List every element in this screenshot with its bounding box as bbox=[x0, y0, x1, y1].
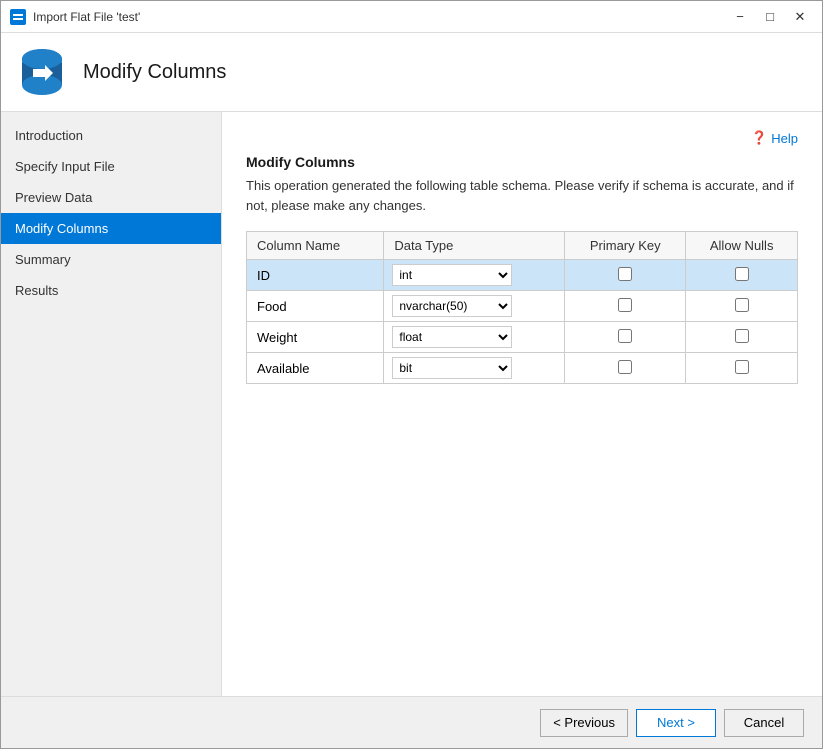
cell-primarykey-2[interactable] bbox=[565, 322, 686, 353]
cell-datatype-0[interactable]: intnvarchar(50)floatbitvarchar(50)bigint… bbox=[384, 260, 565, 291]
window-controls: − □ ✕ bbox=[726, 6, 814, 28]
checkbox-primarykey-0[interactable] bbox=[618, 267, 632, 281]
checkbox-allownulls-2[interactable] bbox=[735, 329, 749, 343]
footer: < Previous Next > Cancel bbox=[1, 696, 822, 748]
checkbox-allownulls-3[interactable] bbox=[735, 360, 749, 374]
cell-primarykey-1[interactable] bbox=[565, 291, 686, 322]
cell-datatype-3[interactable]: intnvarchar(50)floatbitvarchar(50)bigint… bbox=[384, 353, 565, 384]
cell-column-name-3: Available bbox=[247, 353, 384, 384]
help-icon: ❓ bbox=[751, 130, 767, 146]
sidebar-item-modify-columns[interactable]: Modify Columns bbox=[1, 213, 221, 244]
cell-datatype-1[interactable]: intnvarchar(50)floatbitvarchar(50)bigint… bbox=[384, 291, 565, 322]
cell-datatype-2[interactable]: intnvarchar(50)floatbitvarchar(50)bigint… bbox=[384, 322, 565, 353]
sidebar-item-preview-data[interactable]: Preview Data bbox=[1, 182, 221, 213]
sidebar-item-introduction[interactable]: Introduction bbox=[1, 120, 221, 151]
minimize-button[interactable]: − bbox=[726, 6, 754, 28]
datatype-select-3[interactable]: intnvarchar(50)floatbitvarchar(50)bigint… bbox=[392, 357, 512, 379]
main-window: Import Flat File 'test' − □ ✕ Modify Col… bbox=[0, 0, 823, 749]
page-title: Modify Columns bbox=[83, 61, 226, 84]
cell-primarykey-3[interactable] bbox=[565, 353, 686, 384]
datatype-select-2[interactable]: intnvarchar(50)floatbitvarchar(50)bigint… bbox=[392, 326, 512, 348]
sidebar: Introduction Specify Input File Preview … bbox=[1, 112, 221, 696]
cell-allownulls-2[interactable] bbox=[686, 322, 798, 353]
cell-primarykey-0[interactable] bbox=[565, 260, 686, 291]
checkbox-primarykey-1[interactable] bbox=[618, 298, 632, 312]
section-title: Modify Columns bbox=[246, 154, 798, 170]
restore-button[interactable]: □ bbox=[756, 6, 784, 28]
checkbox-allownulls-0[interactable] bbox=[735, 267, 749, 281]
header: Modify Columns bbox=[1, 33, 822, 112]
checkbox-primarykey-2[interactable] bbox=[618, 329, 632, 343]
previous-button[interactable]: < Previous bbox=[540, 709, 628, 737]
col-header-allownulls: Allow Nulls bbox=[686, 232, 798, 260]
datatype-select-1[interactable]: intnvarchar(50)floatbitvarchar(50)bigint… bbox=[392, 295, 512, 317]
sidebar-item-results[interactable]: Results bbox=[1, 275, 221, 306]
checkbox-allownulls-1[interactable] bbox=[735, 298, 749, 312]
app-icon bbox=[9, 8, 27, 26]
cancel-button[interactable]: Cancel bbox=[724, 709, 804, 737]
next-button[interactable]: Next > bbox=[636, 709, 716, 737]
columns-table: Column Name Data Type Primary Key Allow … bbox=[246, 231, 798, 384]
section-desc: This operation generated the following t… bbox=[246, 176, 798, 215]
cell-column-name-1: Food bbox=[247, 291, 384, 322]
main-content: ❓ Help Modify Columns This operation gen… bbox=[221, 112, 822, 696]
col-header-name: Column Name bbox=[247, 232, 384, 260]
sidebar-item-summary[interactable]: Summary bbox=[1, 244, 221, 275]
cell-allownulls-1[interactable] bbox=[686, 291, 798, 322]
close-button[interactable]: ✕ bbox=[786, 6, 814, 28]
cell-allownulls-3[interactable] bbox=[686, 353, 798, 384]
cell-allownulls-0[interactable] bbox=[686, 260, 798, 291]
col-header-primarykey: Primary Key bbox=[565, 232, 686, 260]
cell-column-name-2: Weight bbox=[247, 322, 384, 353]
help-label: Help bbox=[771, 131, 798, 146]
datatype-select-0[interactable]: intnvarchar(50)floatbitvarchar(50)bigint… bbox=[392, 264, 512, 286]
window-title: Import Flat File 'test' bbox=[33, 10, 726, 24]
body-area: Introduction Specify Input File Preview … bbox=[1, 112, 822, 696]
cell-column-name-0: ID bbox=[247, 260, 384, 291]
help-link[interactable]: ❓ Help bbox=[246, 130, 798, 146]
checkbox-primarykey-3[interactable] bbox=[618, 360, 632, 374]
title-bar: Import Flat File 'test' − □ ✕ bbox=[1, 1, 822, 33]
header-icon bbox=[15, 45, 69, 99]
col-header-datatype: Data Type bbox=[384, 232, 565, 260]
sidebar-item-specify-input-file[interactable]: Specify Input File bbox=[1, 151, 221, 182]
